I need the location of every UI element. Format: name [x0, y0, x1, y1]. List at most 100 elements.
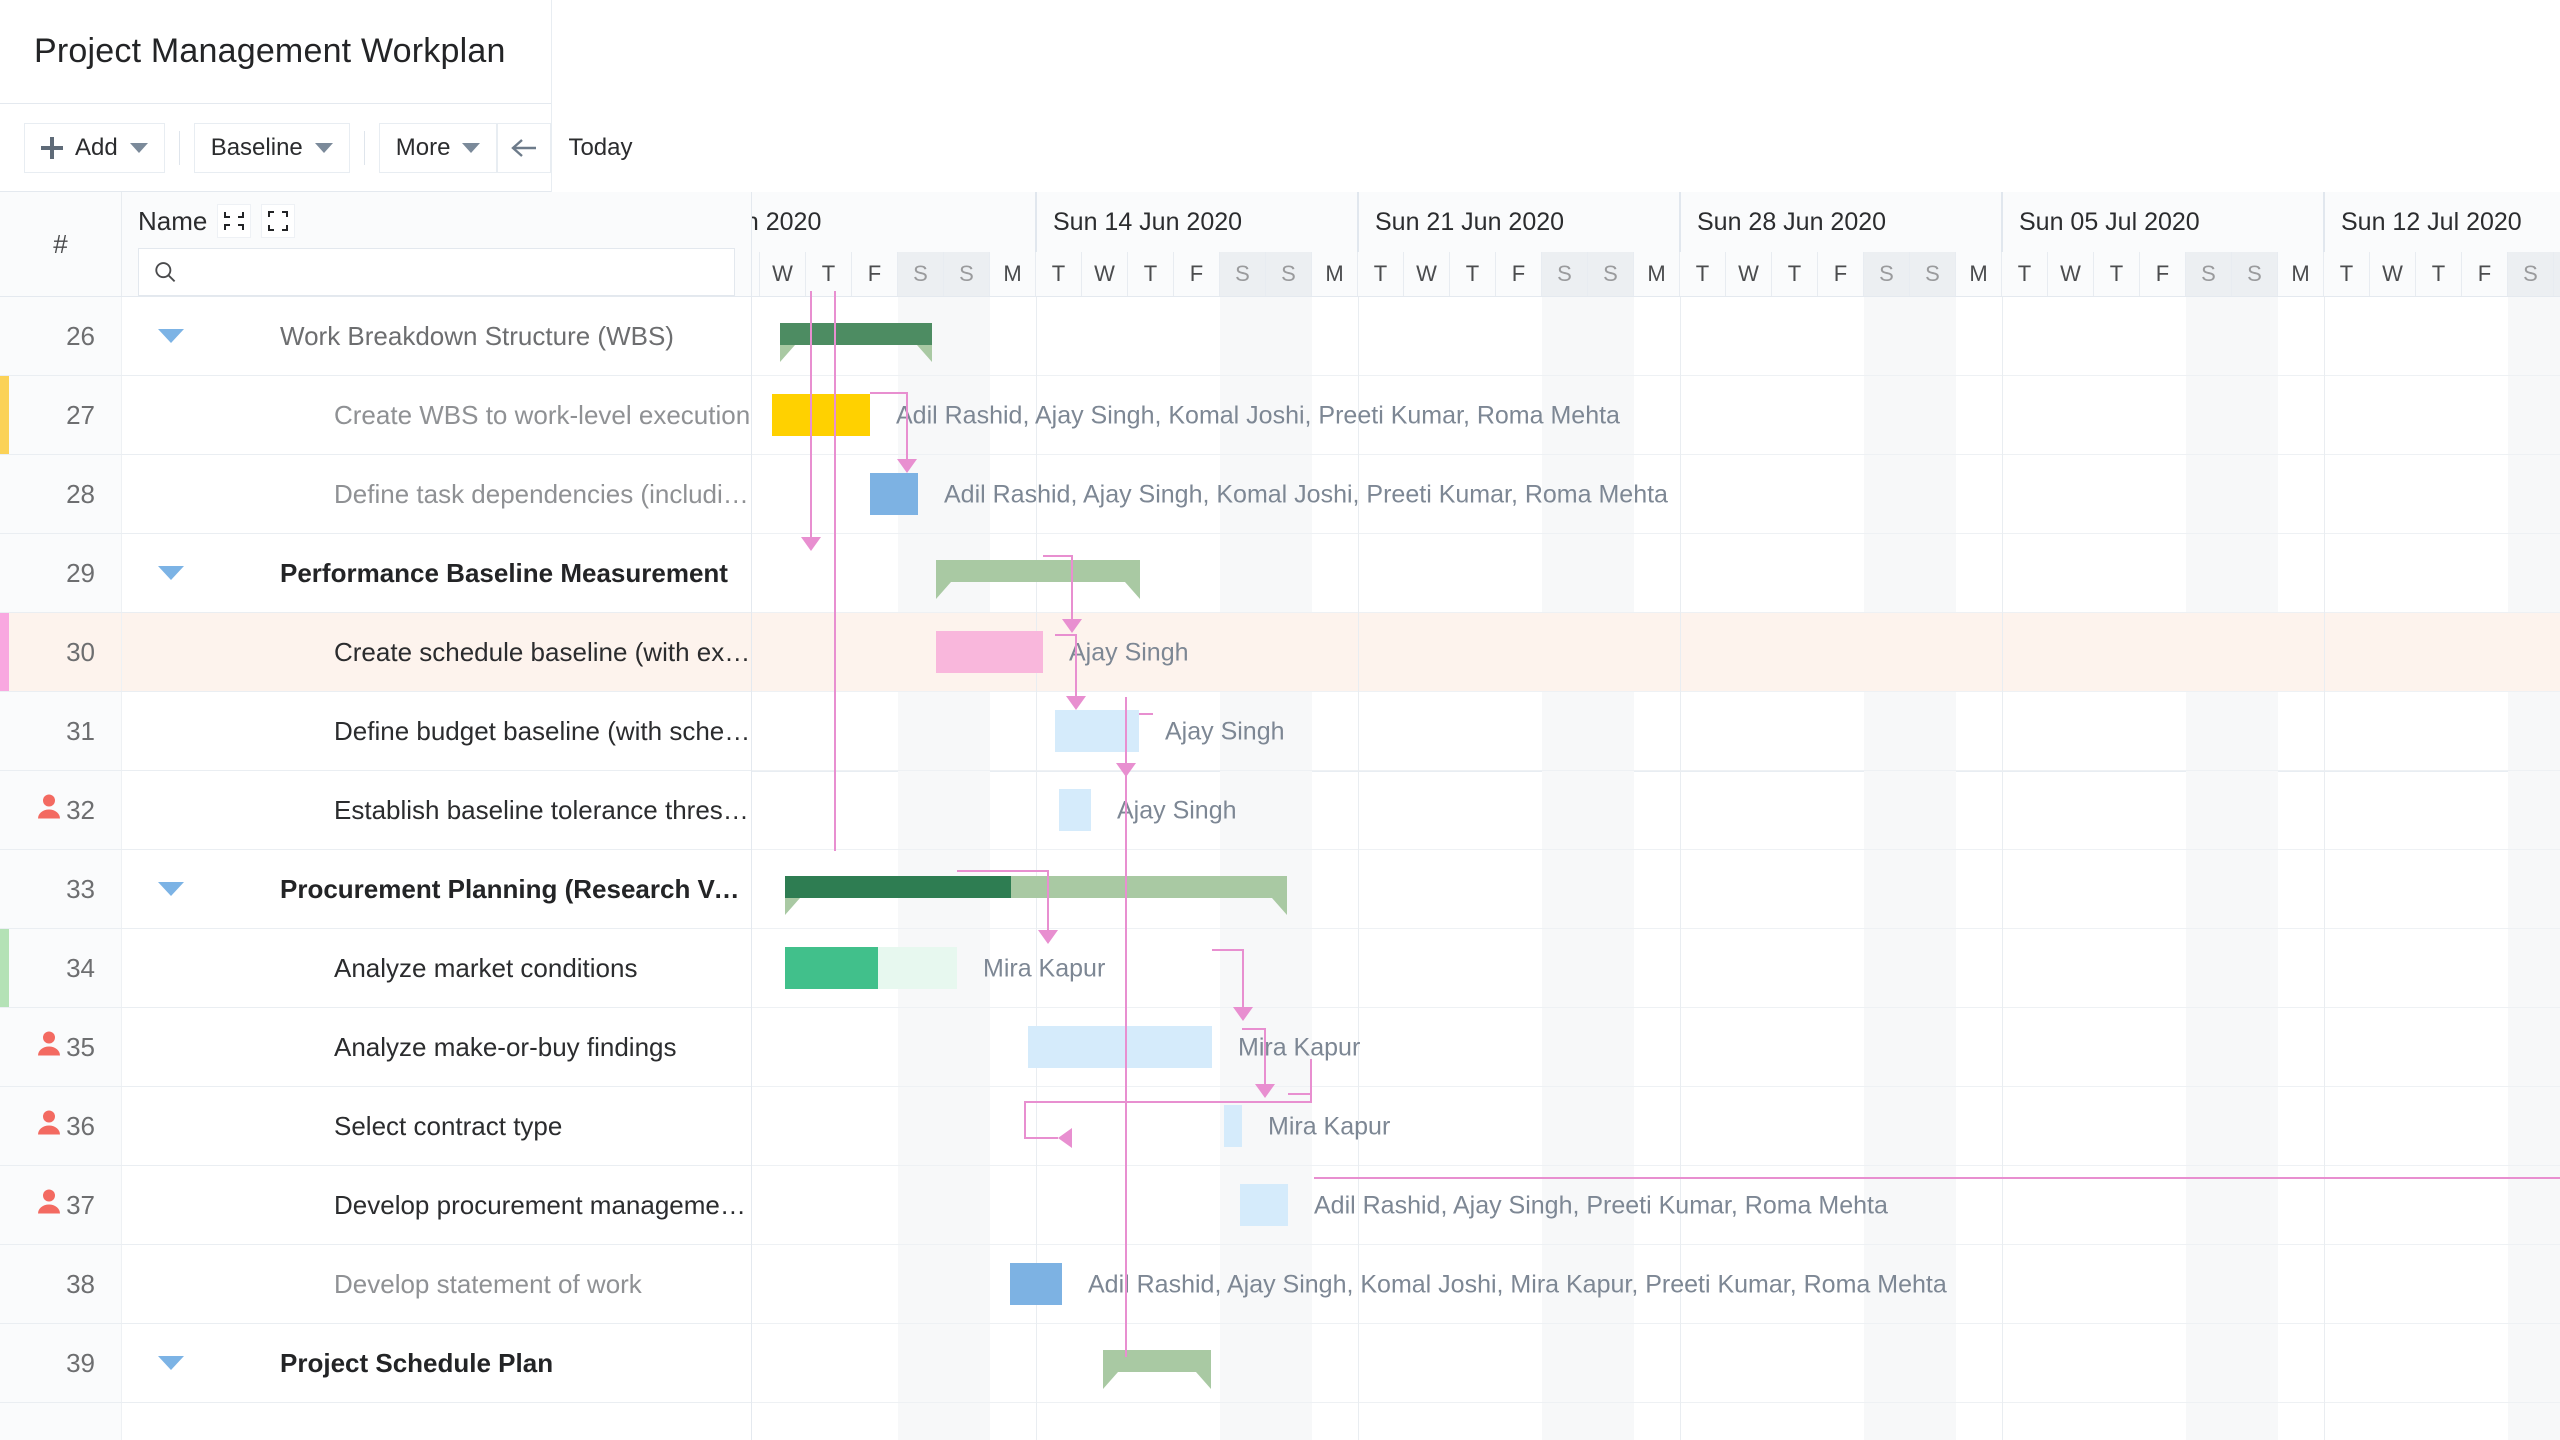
expand-all-icon[interactable]	[261, 204, 296, 238]
assignee-label: Ajay Singh	[1069, 638, 1189, 666]
table-row[interactable]: 39 Project Schedule Plan	[0, 1324, 751, 1403]
task-name-cell[interactable]: Analyze market conditions	[122, 929, 751, 1007]
overallocated-resource-icon[interactable]	[36, 1030, 62, 1065]
gantt-task-bar[interactable]	[1224, 1105, 1242, 1147]
row-number: 30	[66, 636, 95, 667]
table-row[interactable]: 28 Define task dependencies (includin…	[0, 455, 751, 534]
table-row[interactable]: 35 Analyze make-or-buy findings	[0, 1008, 751, 1087]
task-name-cell[interactable]: Establish baseline tolerance thresh…	[122, 771, 751, 849]
gantt-summary-bar[interactable]	[1103, 1350, 1211, 1389]
task-name-cell[interactable]: Define task dependencies (includin…	[122, 455, 751, 533]
table-row[interactable]: 36 Select contract type	[0, 1087, 751, 1166]
gantt-summary-bar[interactable]	[785, 876, 1287, 915]
gantt-row[interactable]	[752, 297, 2560, 376]
add-button[interactable]: Add	[24, 122, 165, 173]
overallocated-resource-icon[interactable]	[36, 1109, 62, 1144]
table-row[interactable]: 37 Develop procurement management…	[0, 1166, 751, 1245]
timeline-day-cell: S	[898, 252, 944, 296]
task-name-cell[interactable]	[122, 1403, 751, 1440]
task-name-cell[interactable]: Create schedule baseline (with exp…	[122, 613, 751, 691]
gantt-row[interactable]	[752, 771, 2560, 850]
table-row[interactable]: 27 Create WBS to work-level execution	[0, 376, 751, 455]
gantt-row[interactable]	[752, 1324, 2560, 1403]
search-input[interactable]	[187, 259, 720, 285]
gantt-row[interactable]	[752, 1403, 2560, 1440]
gantt-task-bar[interactable]	[1010, 1263, 1062, 1305]
week-gridline	[2324, 297, 2325, 1440]
row-number-cell: 27	[0, 376, 122, 454]
task-name-cell[interactable]: Performance Baseline Measurement	[122, 534, 751, 612]
summary-cap-left-icon	[936, 582, 951, 599]
gantt-task-bar[interactable]	[772, 394, 870, 436]
table-row[interactable]	[0, 1403, 751, 1440]
task-search-box[interactable]	[138, 248, 735, 296]
row-number-cell: 29	[0, 534, 122, 612]
timeline-day-cell: S	[2508, 252, 2554, 296]
timeline-day-cell: T	[1358, 252, 1404, 296]
gantt-task-bar[interactable]	[870, 473, 918, 515]
table-row[interactable]: 31 Define budget baseline (with sched…	[0, 692, 751, 771]
table-row[interactable]: 30 Create schedule baseline (with exp…	[0, 613, 751, 692]
gantt-task-bar[interactable]	[1059, 789, 1091, 831]
task-name-cell[interactable]: Create WBS to work-level execution	[122, 376, 751, 454]
main-content: # Name 26 Work Breakdown Structure (WBS)…	[0, 192, 2560, 1440]
timeline-day-cell: M	[1956, 252, 2002, 296]
task-bar-track	[870, 473, 918, 515]
table-row[interactable]: 33 Procurement Planning (Research Ven…	[0, 850, 751, 929]
dependency-arrowhead-icon	[1066, 696, 1086, 710]
gantt-task-bar[interactable]	[1028, 1026, 1212, 1068]
overallocated-resource-icon[interactable]	[36, 1188, 62, 1223]
dependency-link	[1024, 1101, 1312, 1103]
summary-bar-base	[936, 560, 1140, 582]
column-header-name: Name	[122, 192, 751, 296]
scroll-back-button[interactable]	[497, 122, 552, 173]
row-number: 27	[66, 399, 95, 430]
task-name-cell[interactable]: Analyze make-or-buy findings	[122, 1008, 751, 1086]
expand-collapse-triangle-icon[interactable]	[158, 329, 184, 343]
plus-icon	[41, 136, 63, 159]
task-bar-track	[1224, 1105, 1242, 1147]
gantt-task-bar[interactable]	[936, 631, 1043, 673]
task-name-cell[interactable]: Procurement Planning (Research Ven…	[122, 850, 751, 928]
assignee-label: Ajay Singh	[1165, 717, 1285, 745]
expand-collapse-triangle-icon[interactable]	[158, 882, 184, 896]
timeline-day-cell: W	[1404, 252, 1450, 296]
task-name-cell[interactable]: Work Breakdown Structure (WBS)	[122, 297, 751, 375]
timeline-week-row: un 2020Sun 14 Jun 2020Sun 21 Jun 2020Sun…	[752, 192, 2560, 252]
add-button-label: Add	[75, 133, 118, 161]
task-name-cell[interactable]: Project Schedule Plan	[122, 1324, 751, 1402]
expand-collapse-triangle-icon[interactable]	[158, 1356, 184, 1370]
row-number: 26	[66, 320, 95, 351]
gantt-task-bar[interactable]	[785, 947, 957, 989]
gantt-row[interactable]	[752, 1008, 2560, 1087]
expand-collapse-triangle-icon[interactable]	[158, 566, 184, 580]
table-row[interactable]: 32 Establish baseline tolerance thresh…	[0, 771, 751, 850]
task-name-cell[interactable]: Select contract type	[122, 1087, 751, 1165]
table-row[interactable]: 29 Performance Baseline Measurement	[0, 534, 751, 613]
row-number-cell: 38	[0, 1245, 122, 1323]
collapse-all-icon[interactable]	[217, 204, 252, 238]
gantt-summary-bar[interactable]	[936, 560, 1140, 599]
task-name-cell[interactable]: Define budget baseline (with sched…	[122, 692, 751, 770]
assignee-label: Adil Rashid, Ajay Singh, Komal Joshi, Pr…	[944, 480, 1668, 508]
task-name-cell[interactable]: Develop procurement management…	[122, 1166, 751, 1244]
summary-cap-left-icon	[785, 898, 800, 915]
dependency-arrowhead-icon	[801, 537, 821, 551]
table-row[interactable]: 38 Develop statement of work	[0, 1245, 751, 1324]
row-number: 38	[66, 1268, 95, 1299]
chevron-down-icon	[129, 142, 148, 153]
gantt-task-bar[interactable]	[1240, 1184, 1288, 1226]
gantt-summary-bar[interactable]	[780, 323, 932, 362]
baseline-button[interactable]: Baseline	[193, 122, 350, 173]
task-name-cell[interactable]: Develop statement of work	[122, 1245, 751, 1323]
task-bar-track	[936, 631, 1043, 673]
overallocated-resource-icon[interactable]	[36, 793, 62, 828]
timeline-day-cell: T	[752, 252, 760, 296]
table-row[interactable]: 34 Analyze market conditions	[0, 929, 751, 1008]
table-row[interactable]: 26 Work Breakdown Structure (WBS)	[0, 297, 751, 376]
row-number-cell: 36	[0, 1087, 122, 1165]
gantt-row[interactable]	[752, 692, 2560, 771]
timeline-day-cell: S	[2186, 252, 2232, 296]
more-button[interactable]: More	[378, 122, 498, 173]
dependency-link	[1288, 1093, 1310, 1095]
